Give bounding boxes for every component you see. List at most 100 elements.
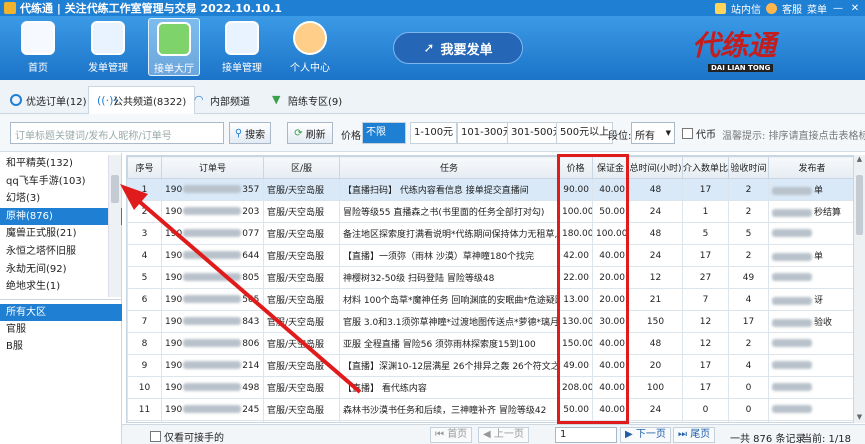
coin-checkbox[interactable]: 代币: [682, 126, 716, 141]
scroll-thumb[interactable]: [111, 175, 119, 203]
blurred-order-digits: [183, 339, 242, 347]
column-header[interactable]: 订单号: [161, 156, 264, 179]
search-button[interactable]: ⚲ 搜索: [229, 122, 271, 144]
only-acceptable-checkbox[interactable]: 仅看可接手的: [150, 429, 224, 444]
order-prefix: 190: [165, 206, 183, 217]
publisher-cell: [768, 420, 853, 422]
game-item[interactable]: 和平精英(132): [0, 155, 122, 173]
blurred-publisher: [772, 208, 812, 217]
tab-internal-channel[interactable]: ◠ 内部频道: [186, 86, 258, 114]
check-time-cell: 0: [728, 398, 769, 421]
order-number-cell: 190 565: [161, 288, 264, 311]
region-item[interactable]: 所有大区: [0, 304, 122, 321]
game-item[interactable]: 绝地求生(1): [0, 278, 122, 296]
scroll-up-icon[interactable]: ▲: [854, 155, 865, 165]
close-button[interactable]: ✕: [849, 3, 861, 14]
region-item[interactable]: B服: [0, 338, 122, 355]
order-suffix: 245: [242, 404, 260, 415]
publisher-text: 单: [814, 252, 824, 262]
game-item[interactable]: 幻塔(3): [0, 190, 122, 208]
column-header[interactable]: 保证金: [592, 156, 629, 179]
tab-preferred-orders[interactable]: 优选订单(12): [2, 86, 95, 114]
column-header[interactable]: 序号: [127, 156, 162, 179]
check-time-cell: 0: [728, 420, 769, 422]
tab-public-channel[interactable]: ((·)) 公共频道(8322): [88, 86, 196, 114]
task-cell: 【直播】一须弥（雨林 沙漠）草神瞳180个找完: [339, 244, 559, 267]
last-page-button[interactable]: ⏭ 尾页: [673, 427, 716, 443]
game-item[interactable]: qq飞车手游(103): [0, 173, 122, 191]
toolbar-user-center[interactable]: 个人中心: [284, 18, 336, 76]
table-scrollbar[interactable]: ▲ ▼: [854, 155, 865, 423]
refresh-button[interactable]: ⟳ 刷新: [287, 122, 333, 144]
toolbar-order-hall[interactable]: 接单大厅: [148, 18, 200, 76]
table-row[interactable]: 12190095官服/天空岛服直播主线，沙漠书系列任务，看要求 冒险等级5545…: [127, 420, 853, 422]
coin-label: 代币: [696, 130, 716, 141]
toolbar-home[interactable]: 首页: [12, 18, 64, 76]
column-header[interactable]: 区/服: [263, 156, 340, 179]
table-row[interactable]: 5 190 805 官服/天空岛服 神樱树32-50级 扫码登陆 冒险等级48 22.00…: [127, 266, 853, 289]
refresh-icon: ⟳: [294, 127, 303, 139]
game-item[interactable]: 永劫无间(92): [0, 261, 122, 279]
toolbar-order-manage[interactable]: 发单管理: [82, 18, 134, 76]
table-scroll-thumb[interactable]: [856, 175, 863, 235]
table-row[interactable]: 3 190 077 官服/天空岛服 备注地区探索度打满看说明*代练期间保持体力无租草,下…: [127, 222, 853, 245]
next-page-button[interactable]: ▶ 下一页: [620, 427, 671, 443]
price-option-any[interactable]: 不限: [362, 122, 406, 144]
table-row[interactable]: 1 190 357 官服/天空岛服 【直播扫码】 代练内容看信息 接单提交直播间 90.0…: [127, 178, 853, 201]
game-item[interactable]: 魔兽正式服(21): [0, 225, 122, 243]
server-cell: 官服/天空岛服: [263, 354, 340, 377]
order-prefix: 190: [165, 338, 183, 349]
game-item[interactable]: 永恒之塔怀旧服: [0, 243, 122, 261]
table-row[interactable]: 4 190 644 官服/天空岛服 【直播】一须弥（雨林 沙漠）草神瞳180个找完 42.…: [127, 244, 853, 267]
prev-page-button[interactable]: ◀ 上一页: [478, 427, 529, 443]
page-number-input[interactable]: 1: [555, 427, 617, 443]
task-cell: 【直播扫码】 代练内容看信息 接单提交直播间: [339, 178, 559, 201]
station-message-link[interactable]: 站内信: [731, 1, 761, 16]
segment-select[interactable]: 所有 ▼: [631, 122, 675, 144]
task-cell: 森林书沙漠书任务和后续，三神瞳补齐 冒险等级42: [339, 398, 559, 421]
table-row[interactable]: 9 190 214 官服/天空岛服 【直播】深渊10-12层满星 26个排异之轰 26个…: [127, 354, 853, 377]
column-header[interactable]: 价格: [558, 156, 593, 179]
hours-cell: 100: [628, 376, 683, 399]
scroll-down-icon[interactable]: ▼: [854, 413, 865, 423]
row-number: 10: [127, 376, 162, 399]
title-bar: 代练通 | 关注代练工作室管理与交易 2022.10.10.1 站内信 客服 菜…: [0, 0, 865, 16]
column-header[interactable]: 验收时间: [728, 156, 769, 179]
game-item[interactable]: 原神(876): [0, 207, 122, 226]
ratio-cell: 0: [682, 420, 729, 422]
coin-checkbox-box[interactable]: [682, 128, 693, 139]
price-option-500plus[interactable]: 500元以上: [556, 122, 614, 144]
table-row[interactable]: 8 190 806 官服/天空岛服 亚服 全程直播 冒险56 须弥雨林探索度15到100…: [127, 332, 853, 355]
hours-cell: 150: [628, 310, 683, 333]
price-cell: 180.00: [558, 222, 593, 245]
tab-companion-zone[interactable]: ▼ 陪练专区(9): [264, 86, 350, 114]
price-cell: 45.00: [558, 420, 593, 422]
price-option-1-100[interactable]: 1-100元: [410, 122, 458, 144]
customer-service-link[interactable]: 客服: [782, 1, 802, 16]
table-row[interactable]: 10 190 498 官服/天空岛服 【直播】 看代练内容 208.00 40.00 100 1…: [127, 376, 853, 399]
table-row[interactable]: 2 190 203 官服/天空岛服 冒险等级55 直播森之书(书里面的任务全部打对勾) 1…: [127, 200, 853, 223]
home-icon: [21, 21, 55, 55]
column-header[interactable]: 介入数单比: [682, 156, 729, 179]
menu-link[interactable]: 菜单: [807, 1, 827, 16]
first-page-button[interactable]: ⏮ 首页: [430, 427, 473, 443]
blurred-publisher: [772, 339, 812, 347]
hours-cell: 24: [628, 200, 683, 223]
broadcast-icon: ((·)): [97, 93, 118, 107]
price-label: 价格:: [341, 131, 365, 142]
column-header[interactable]: 发布者: [768, 156, 853, 179]
main-toolbar: 首页 发单管理 接单大厅 接单管理 个人中心 ➚ 我要发单 代练通 DAI LI…: [0, 16, 865, 80]
ratio-cell: 1: [682, 200, 729, 223]
send-order-button[interactable]: ➚ 我要发单: [393, 32, 523, 64]
game-list-scrollbar[interactable]: [108, 155, 121, 297]
only-acceptable-box[interactable]: [150, 431, 161, 442]
table-row[interactable]: 6 190 565 官服/天空岛服 材料 100个岛草*魔神任务 回响渊底的安眠曲*危途…: [127, 288, 853, 311]
search-input[interactable]: 订单标题关键词/发布人昵称/订单号: [10, 122, 224, 144]
table-row[interactable]: 7 190 843 官服/天空岛服 官服 3.0和3.1须弥草神瞳*过渡地图传送点*萝德…: [127, 310, 853, 333]
toolbar-accept-manage[interactable]: 接单管理: [216, 18, 268, 76]
column-header[interactable]: 任务: [339, 156, 559, 179]
column-header[interactable]: 总时间(小时): [628, 156, 683, 179]
table-row[interactable]: 11 190 245 官服/天空岛服 森林书沙漠书任务和后续，三神瞳补齐 冒险等级42 5…: [127, 398, 853, 421]
minimize-button[interactable]: —: [832, 3, 844, 14]
region-item[interactable]: 官服: [0, 321, 122, 338]
